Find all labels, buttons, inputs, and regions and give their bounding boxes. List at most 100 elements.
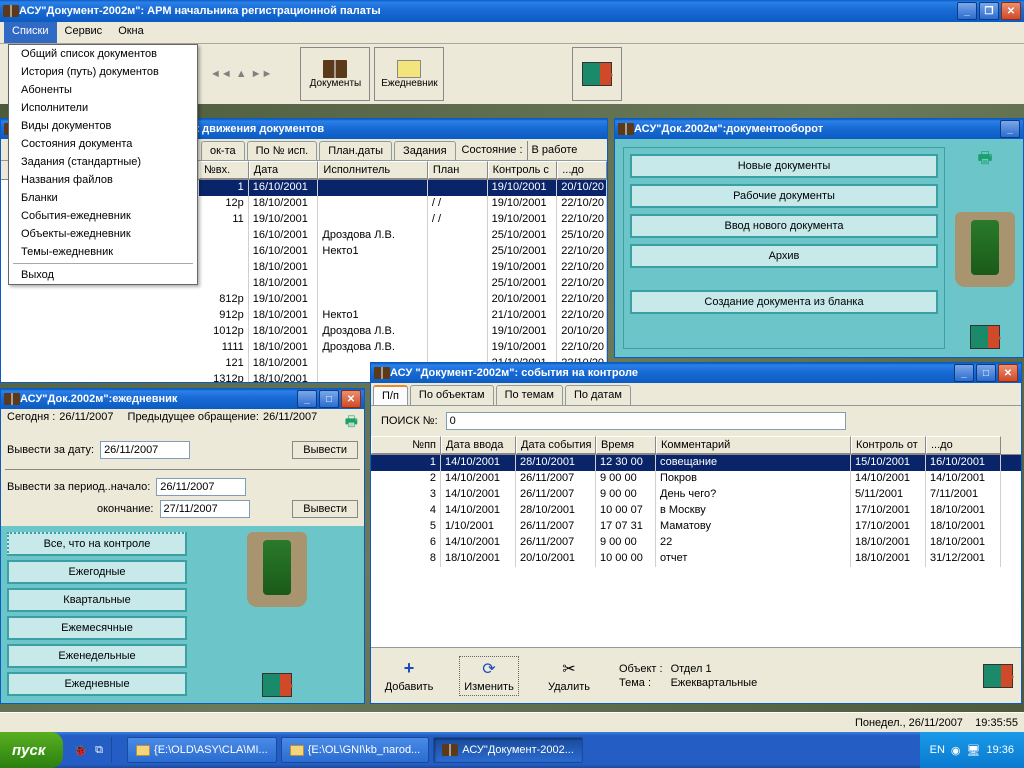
menu-lists[interactable]: Списки	[4, 22, 57, 43]
dd-item[interactable]: Общий список документов	[9, 45, 197, 63]
tab[interactable]: План.даты	[319, 141, 392, 160]
add-button[interactable]: +Добавить	[379, 658, 439, 693]
filter-btn[interactable]: Ежедневные	[7, 672, 187, 696]
diary-titlebar[interactable]: АСУ"Док.2002м":ежедневник _□✕	[1, 389, 364, 409]
exit-icon[interactable]	[983, 664, 1013, 688]
tray-icon[interactable]: ◉	[951, 744, 961, 757]
table-row[interactable]: 18/10/200119/10/200122/10/20	[199, 260, 607, 276]
tab[interactable]: По № исп.	[247, 141, 318, 160]
out-date-input[interactable]	[100, 441, 190, 459]
dd-item[interactable]: Исполнители	[9, 99, 197, 117]
taskbar-item[interactable]: {E:\OLD\ASY\CLA\MI...	[127, 737, 277, 763]
out-btn[interactable]: Вывести	[292, 441, 358, 459]
restore-button[interactable]: ❐	[979, 2, 999, 20]
minimize-button[interactable]: _	[297, 390, 317, 408]
search-input[interactable]	[446, 412, 846, 430]
docflow-titlebar[interactable]: АСУ"Док.2002м":документооборот _	[615, 119, 1023, 139]
nav-left-icon[interactable]: ◄◄	[210, 68, 232, 80]
dd-item[interactable]: Названия файлов	[9, 171, 197, 189]
print-icon[interactable]: 🖶	[345, 411, 358, 435]
tray-icon[interactable]: ⧉	[95, 744, 103, 757]
maximize-button[interactable]: □	[976, 364, 996, 382]
tab[interactable]: По датам	[565, 385, 631, 405]
events-grid[interactable]: 114/10/200128/10/200112 30 00совещание15…	[371, 455, 1021, 647]
period-start-input[interactable]	[156, 478, 246, 496]
period-btn[interactable]: Вывести	[292, 500, 358, 518]
main-titlebar[interactable]: АСУ"Документ-2002м": АРМ начальника реги…	[0, 0, 1024, 22]
taskbar-item[interactable]: {E:\OL\GNI\kb_narod...	[281, 737, 430, 763]
dd-item[interactable]: Темы-ежедневник	[9, 243, 197, 261]
table-row[interactable]: 111118/10/2001Дроздова Л.В.19/10/200122/…	[199, 340, 607, 356]
table-row[interactable]: 114/10/200128/10/200112 30 00совещание15…	[371, 455, 1021, 471]
exit-icon[interactable]	[262, 673, 292, 697]
menu-windows[interactable]: Окна	[110, 22, 152, 43]
filter-btn[interactable]: Все, что на контроле	[7, 532, 187, 556]
delete-button[interactable]: ✂Удалить	[539, 659, 599, 693]
tab[interactable]: П/п	[373, 385, 408, 405]
tab[interactable]: По темам	[496, 385, 563, 405]
dd-item[interactable]: Объекты-ежедневник	[9, 225, 197, 243]
nav-up-icon[interactable]: ▲	[236, 68, 247, 80]
tray-icon[interactable]: 🖥	[967, 744, 981, 757]
dd-item[interactable]: История (путь) документов	[9, 63, 197, 81]
table-row[interactable]: 18/10/200125/10/200122/10/20	[199, 276, 607, 292]
dd-item[interactable]: Состояния документа	[9, 135, 197, 153]
flow-btn[interactable]: Создание документа из бланка	[630, 290, 938, 314]
dd-item[interactable]: Бланки	[9, 189, 197, 207]
table-row[interactable]: 1119/10/2001/ /19/10/200122/10/20	[199, 212, 607, 228]
table-row[interactable]: 12р18/10/2001/ /19/10/200122/10/20	[199, 196, 607, 212]
maximize-button[interactable]: □	[319, 390, 339, 408]
flow-btn[interactable]: Новые документы	[630, 154, 938, 178]
dd-item[interactable]: События-ежедневник	[9, 207, 197, 225]
table-row[interactable]: 16/10/2001Дроздова Л.В.25/10/200125/10/2…	[199, 228, 607, 244]
system-tray[interactable]: EN ◉ 🖥 19:36	[920, 732, 1024, 768]
tab[interactable]: Задания	[394, 141, 455, 160]
filter-btn[interactable]: Квартальные	[7, 588, 187, 612]
print-icon[interactable]: 🖶	[977, 147, 992, 174]
theme-value: Ежеквартальные	[671, 677, 963, 689]
dd-exit[interactable]: Выход	[9, 266, 197, 284]
edit-button[interactable]: ⟳Изменить	[459, 656, 519, 696]
table-row[interactable]: 116/10/200119/10/200120/10/20	[199, 180, 607, 196]
clock[interactable]: 19:36	[986, 744, 1014, 756]
minimize-button[interactable]: _	[1000, 120, 1020, 138]
table-row[interactable]: 812р19/10/200120/10/200122/10/20	[199, 292, 607, 308]
filter-btn[interactable]: Ежемесячные	[7, 616, 187, 640]
nav-right-icon[interactable]: ►►	[251, 68, 273, 80]
filter-btn[interactable]: Ежегодные	[7, 560, 187, 584]
minimize-button[interactable]: _	[957, 2, 977, 20]
taskbar-item[interactable]: АСУ"Документ-2002...	[433, 737, 583, 763]
tab[interactable]: По объектам	[410, 385, 494, 405]
close-button[interactable]: ✕	[1001, 2, 1021, 20]
table-row[interactable]: 818/10/200120/10/200110 00 00отчет18/10/…	[371, 551, 1021, 567]
table-row[interactable]: 16/10/2001Некто125/10/200122/10/20	[199, 244, 607, 260]
flow-btn[interactable]: Архив	[630, 244, 938, 268]
tb-documents[interactable]: Документы	[300, 47, 370, 101]
table-row[interactable]: 414/10/200128/10/200110 00 07в Москву17/…	[371, 503, 1021, 519]
menu-service[interactable]: Сервис	[57, 22, 111, 43]
minimize-button[interactable]: _	[954, 364, 974, 382]
dd-item[interactable]: Виды документов	[9, 117, 197, 135]
tab[interactable]: ок-та	[201, 141, 245, 160]
table-row[interactable]: 912р18/10/2001Некто121/10/200122/10/20	[199, 308, 607, 324]
tray-icon[interactable]: 🐞	[73, 744, 87, 757]
table-row[interactable]: 314/10/200126/11/20079 00 00День чего?5/…	[371, 487, 1021, 503]
filter-btn[interactable]: Еженедельные	[7, 644, 187, 668]
dd-item[interactable]: Абоненты	[9, 81, 197, 99]
flow-btn[interactable]: Рабочие документы	[630, 184, 938, 208]
events-titlebar[interactable]: АСУ "Документ-2002м": события на контрол…	[371, 363, 1021, 383]
table-row[interactable]: 214/10/200126/11/20079 00 00Покров14/10/…	[371, 471, 1021, 487]
table-row[interactable]: 614/10/200126/11/20079 00 002218/10/2001…	[371, 535, 1021, 551]
lang-indicator[interactable]: EN	[930, 744, 945, 756]
start-button[interactable]: пуск	[0, 732, 63, 768]
close-button[interactable]: ✕	[998, 364, 1018, 382]
table-row[interactable]: 1012р18/10/2001Дроздова Л.В.19/10/200120…	[199, 324, 607, 340]
exit-icon[interactable]	[970, 325, 1000, 349]
dd-item[interactable]: Задания (стандартные)	[9, 153, 197, 171]
close-button[interactable]: ✕	[341, 390, 361, 408]
period-end-input[interactable]	[160, 500, 250, 518]
tb-exit[interactable]	[572, 47, 622, 101]
flow-btn[interactable]: Ввод нового документа	[630, 214, 938, 238]
table-row[interactable]: 51/10/200126/11/200717 07 31Маматову17/1…	[371, 519, 1021, 535]
tb-diary[interactable]: Ежедневник	[374, 47, 444, 101]
